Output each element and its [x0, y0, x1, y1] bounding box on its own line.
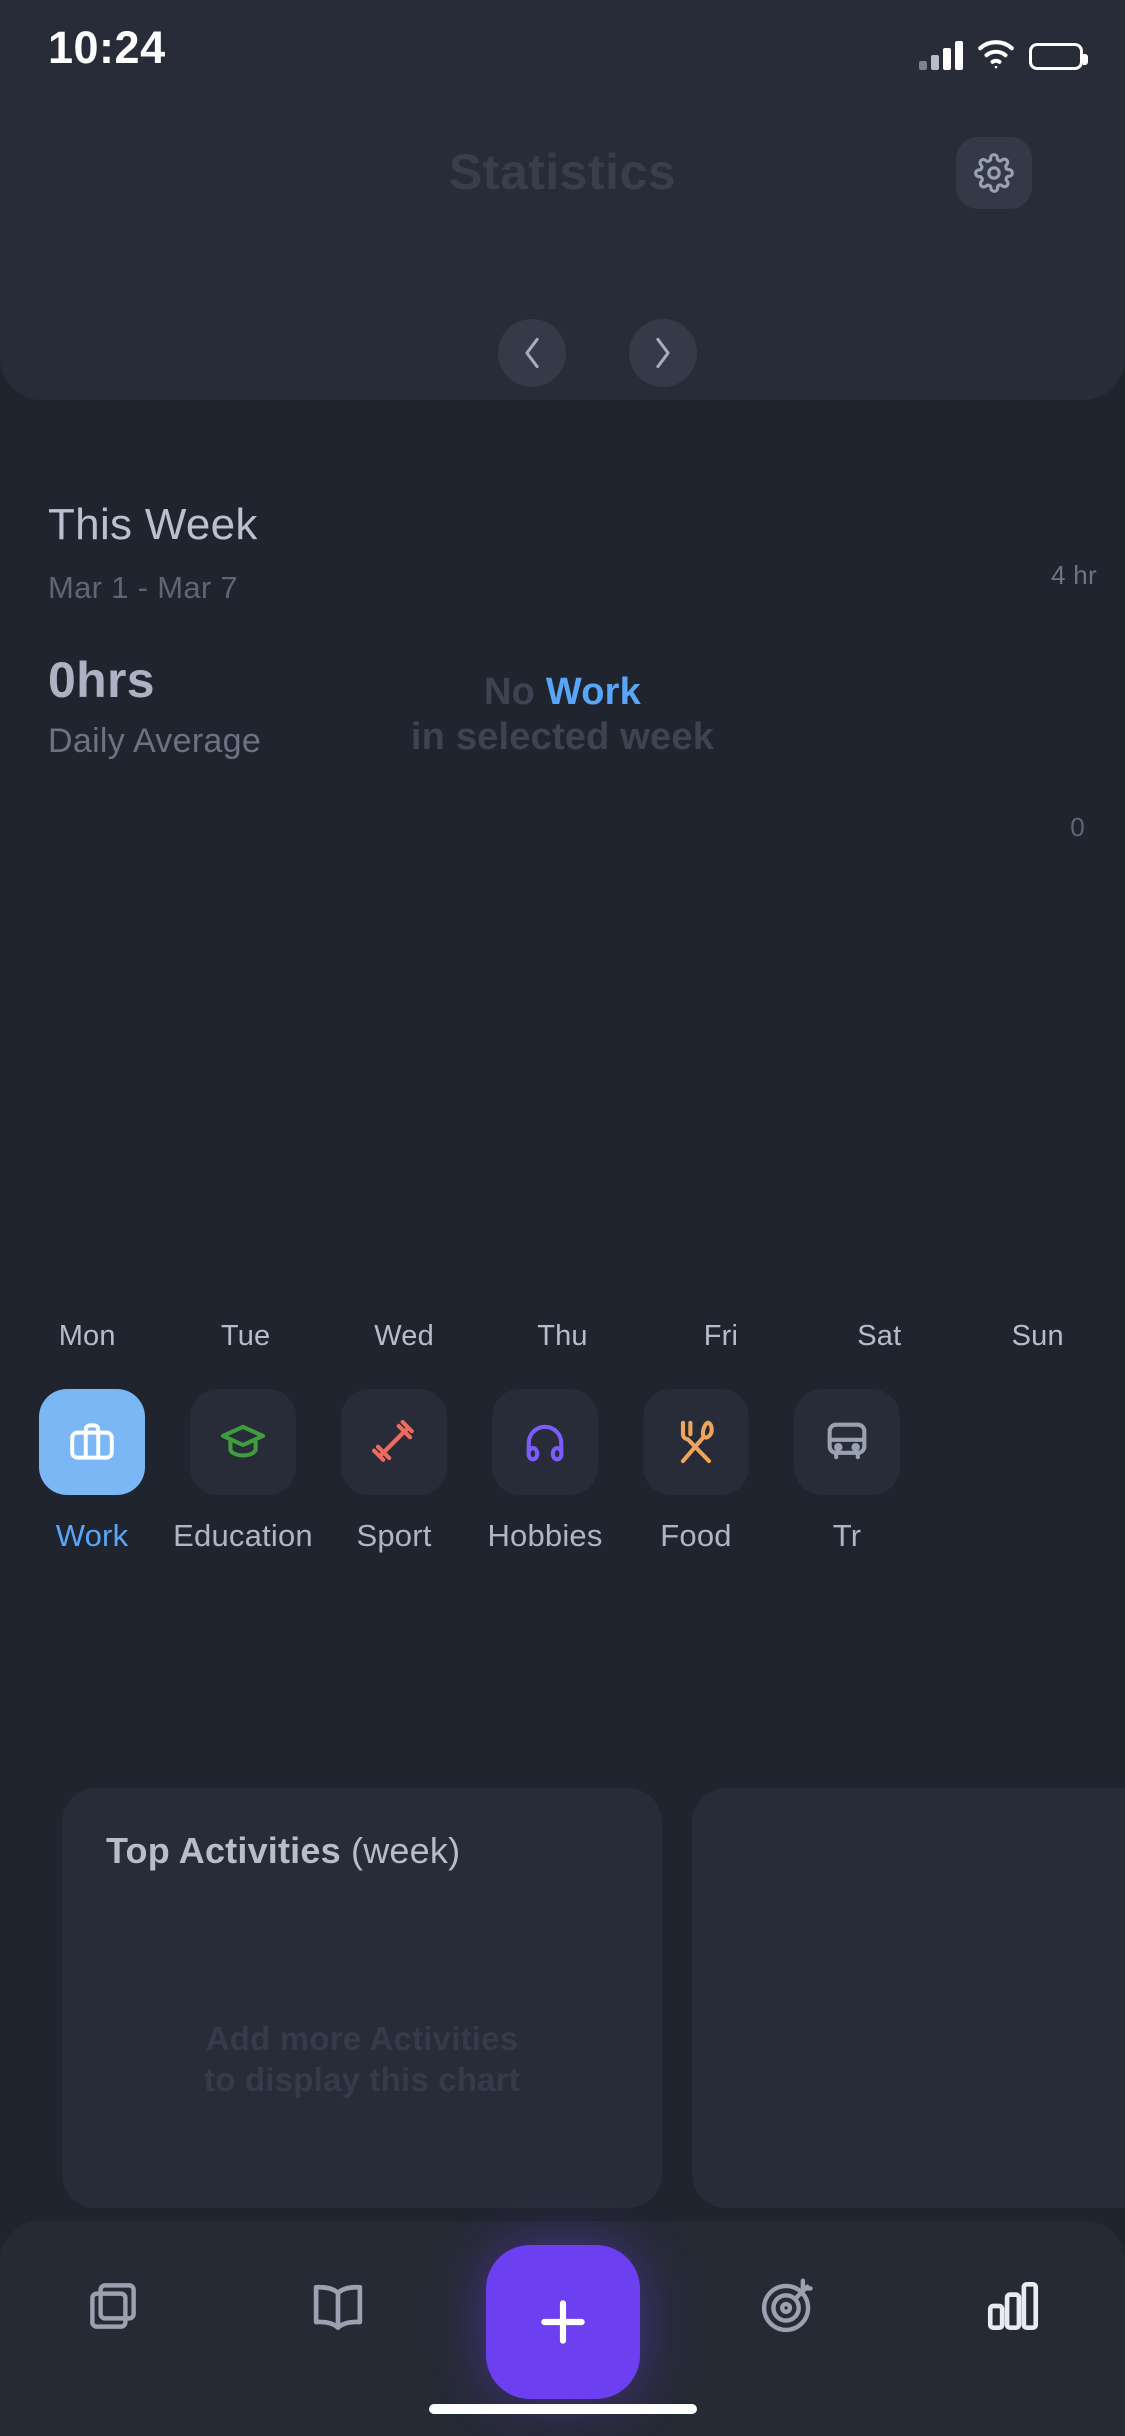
category-chip-education[interactable]: Education — [173, 1389, 313, 1629]
fork-spoon-icon — [680, 1420, 714, 1464]
card-title-period: (week) — [340, 1830, 461, 1871]
headphones-icon — [526, 1424, 564, 1462]
tab-goals[interactable] — [675, 2221, 900, 2391]
x-axis-tick: Wed — [374, 1320, 434, 1352]
wifi-icon — [977, 40, 1015, 70]
status-bar: 10:24 — [0, 0, 1125, 110]
chart-empty-line2: in selected week — [410, 715, 715, 758]
chart-empty-prefix: No — [484, 671, 546, 713]
next-week-button[interactable] — [629, 319, 697, 387]
weekly-bar-chart[interactable]: 4 hr 0 No Work in selected week — [0, 540, 1125, 960]
category-chip-work[interactable]: Work — [39, 1389, 145, 1629]
add-button[interactable] — [485, 2245, 640, 2399]
y-axis-max-label: 4 hr — [1050, 560, 1097, 590]
gear-icon — [974, 153, 1014, 193]
category-label: Hobbies — [487, 1518, 603, 1553]
app-screen: Statistics 10:24 This Week Mar 1 - Mar 7… — [0, 0, 1125, 2436]
card-empty-line2: to display this chart — [204, 2061, 520, 2099]
tab-journal[interactable] — [225, 2221, 450, 2391]
book-icon — [313, 2284, 362, 2330]
category-label: Food — [660, 1518, 732, 1553]
statistics-icon — [987, 2281, 1038, 2331]
category-tile — [341, 1389, 447, 1495]
category-chip-hobbies[interactable]: Hobbies — [487, 1389, 602, 1629]
category-label: Sport — [356, 1518, 432, 1553]
category-tile — [39, 1389, 145, 1495]
cellular-bars-icon — [919, 40, 963, 70]
x-axis-day-labels: Mon Tue Wed Thu Fri Sat Sun — [0, 1320, 1125, 1353]
tab-statistics[interactable] — [900, 2221, 1125, 2391]
y-axis-min-label: 0 — [1070, 812, 1085, 842]
x-axis-tick: Mon — [58, 1320, 116, 1352]
x-axis-tick: Sun — [1011, 1320, 1064, 1352]
category-chip-food[interactable]: Food — [643, 1389, 749, 1629]
dumbbell-icon — [372, 1420, 414, 1462]
card-empty-line1: Add more Activities — [205, 2020, 519, 2057]
chart-empty-highlight: Work — [545, 671, 641, 713]
category-label: Tr — [832, 1518, 862, 1553]
top-activities-card[interactable]: Top Activities (week) Add more Activitie… — [62, 1788, 662, 2208]
cards-icon — [89, 2283, 136, 2329]
x-axis-tick: Sat — [857, 1320, 902, 1352]
category-tile — [190, 1389, 296, 1495]
bottom-tab-bar — [0, 2221, 1125, 2436]
category-tile — [794, 1389, 900, 1495]
category-tile — [492, 1389, 598, 1495]
home-indicator — [428, 2404, 697, 2414]
category-label: Education — [173, 1518, 313, 1553]
chart-empty-state: No Work in selected week — [0, 670, 1125, 760]
status-indicators — [919, 28, 1088, 70]
category-tile — [643, 1389, 749, 1495]
category-filter-row[interactable]: Work Education Sport Hobbies Food Tr — [0, 1389, 1125, 1629]
category-label: Work — [55, 1518, 129, 1553]
settings-button[interactable] — [956, 137, 1032, 209]
graduation-cap-icon — [221, 1424, 265, 1458]
category-chip-transport[interactable]: Tr — [794, 1389, 900, 1629]
x-axis-tick: Thu — [537, 1320, 588, 1352]
battery-icon — [1029, 43, 1088, 70]
category-chip-sport[interactable]: Sport — [341, 1389, 447, 1629]
tab-cards[interactable] — [0, 2221, 225, 2391]
briefcase-icon — [70, 1423, 114, 1460]
previous-week-button[interactable] — [498, 319, 566, 387]
card-empty-state: Add more Activities to display this char… — [62, 2018, 662, 2101]
next-card-peek[interactable] — [692, 1788, 1125, 2208]
transport-icon — [827, 1422, 867, 1460]
add-icon — [540, 2300, 585, 2344]
x-axis-tick: Tue — [220, 1320, 271, 1352]
chevron-left-icon — [525, 337, 539, 369]
card-title-main: Top Activities — [106, 1830, 341, 1871]
x-axis-tick: Fri — [703, 1320, 739, 1352]
chevron-right-icon — [656, 337, 670, 369]
target-icon — [761, 2278, 813, 2333]
card-title: Top Activities (week) — [106, 1830, 618, 1872]
status-time: 10:24 — [48, 22, 166, 73]
